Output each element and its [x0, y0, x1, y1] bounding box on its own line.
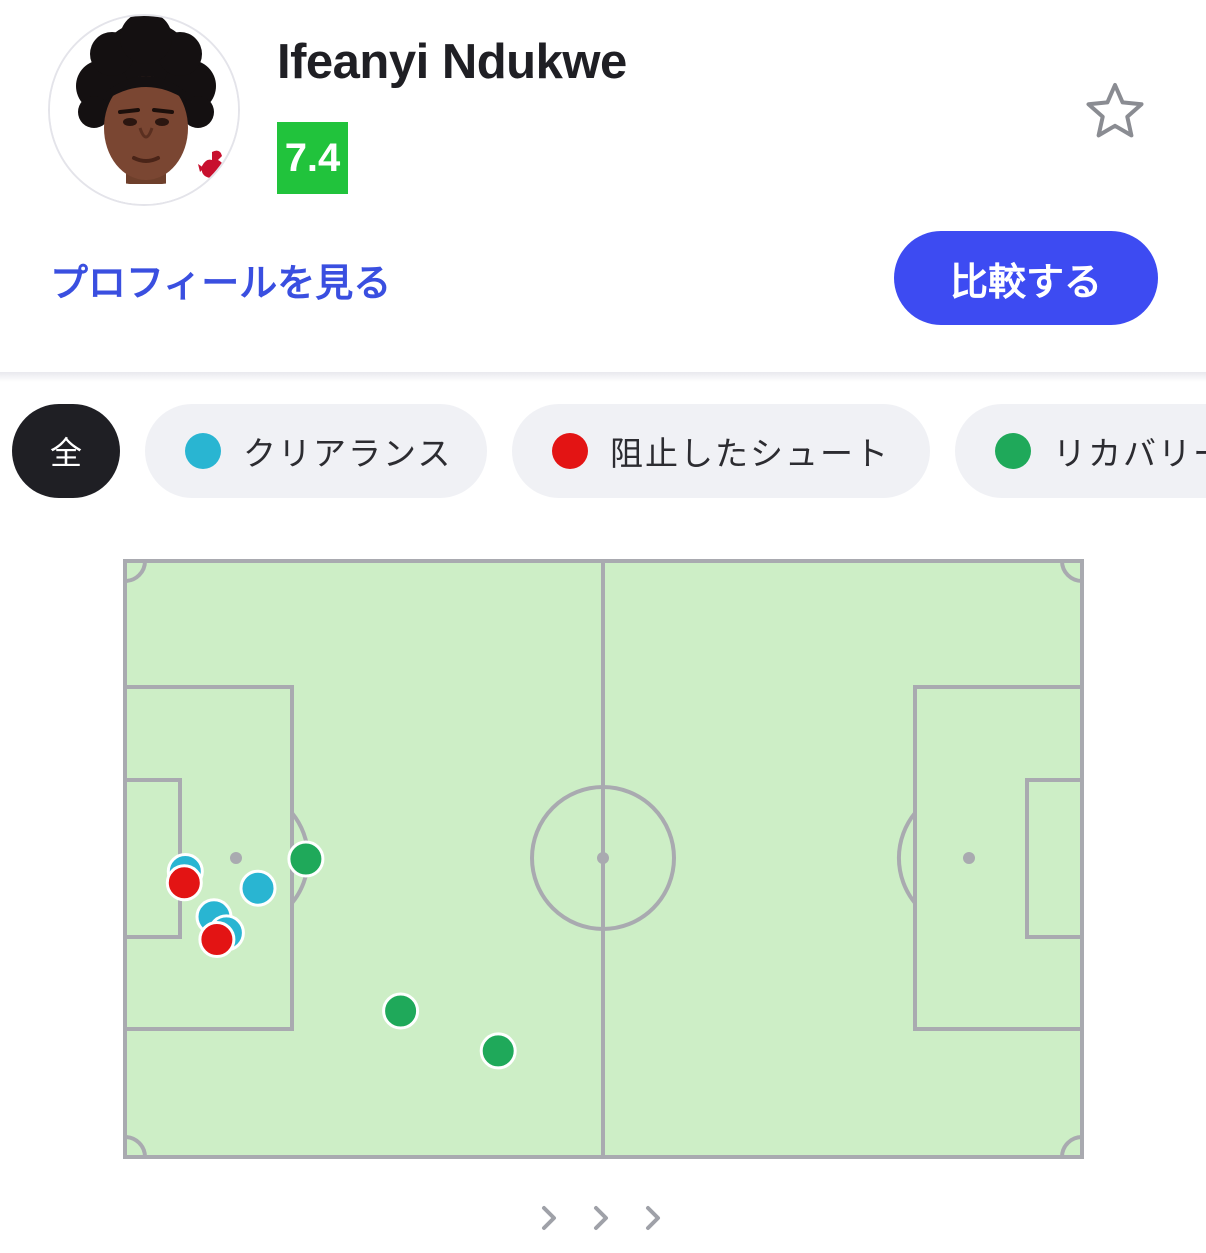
blocked-shot-point[interactable]: [165, 864, 203, 902]
player-header: L.F.C. Ifeanyi Ndukwe 7.4 プロフィールを見る 比較する: [0, 0, 1206, 372]
right-penalty-spot: [963, 852, 975, 864]
rating-badge: 7.4: [277, 122, 348, 194]
svg-text:L.F.C.: L.F.C.: [197, 194, 229, 206]
left-penalty-spot: [230, 852, 242, 864]
player-name: Ifeanyi Ndukwe: [277, 35, 627, 89]
recovery-dot-icon: [995, 433, 1031, 469]
section-divider: [0, 372, 1206, 382]
center-spot: [597, 852, 609, 864]
filter-chip-label: 全: [49, 434, 82, 472]
chevron-right-icon[interactable]: [646, 1206, 660, 1230]
filter-chip-all[interactable]: 全: [12, 404, 120, 498]
event-filter-row: 全 クリアランス 阻止したシュート リカバリー: [0, 402, 1206, 500]
filter-chip-blocked-shots[interactable]: 阻止したシュート: [512, 404, 930, 498]
blocked-shot-dot-icon: [552, 433, 588, 469]
pitch-map: [123, 559, 1084, 1159]
filter-chip-label: リカバリー: [1053, 434, 1206, 473]
chevron-right-icon[interactable]: [594, 1206, 608, 1230]
player-avatar[interactable]: L.F.C.: [48, 14, 240, 206]
clearance-point[interactable]: [239, 869, 277, 907]
pager: [530, 1196, 680, 1240]
blocked-shot-point[interactable]: [198, 921, 236, 958]
liverbird-crest-icon: L.F.C.: [197, 150, 232, 206]
recovery-point[interactable]: [287, 840, 325, 878]
recovery-point[interactable]: [382, 992, 420, 1030]
chevron-right-icon[interactable]: [542, 1206, 556, 1230]
filter-chip-label: クリアランス: [243, 434, 453, 473]
recovery-point[interactable]: [479, 1032, 517, 1070]
clearance-dot-icon: [185, 433, 221, 469]
star-icon[interactable]: [1084, 80, 1146, 142]
filter-chip-clearances[interactable]: クリアランス: [145, 404, 487, 498]
view-profile-link[interactable]: プロフィールを見る: [50, 252, 391, 307]
pitch-svg: [123, 559, 1084, 1159]
compare-button[interactable]: 比較する: [894, 231, 1158, 325]
filter-chip-recoveries[interactable]: リカバリー: [955, 404, 1206, 498]
filter-chip-label: 阻止したシュート: [610, 434, 890, 473]
